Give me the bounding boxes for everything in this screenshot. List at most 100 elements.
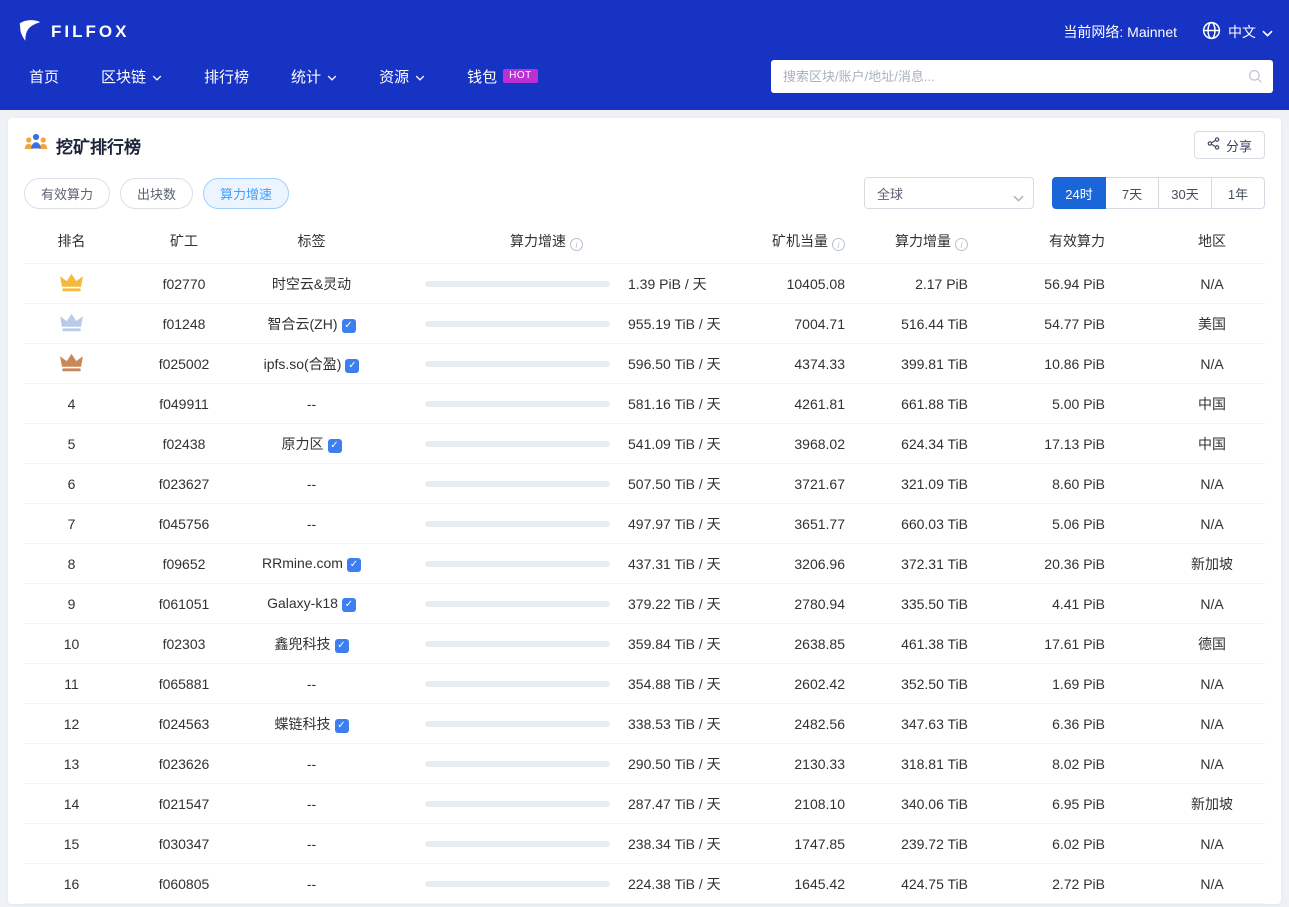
miner-tag-cell[interactable]: -- — [249, 516, 374, 532]
miner-equivalent-value: 1747.85 — [719, 836, 849, 852]
growth-rate-value: 290.50 TiB / 天 — [628, 754, 721, 774]
growth-rate-cell: 1.39 PiB / 天 — [374, 274, 719, 294]
region-value: 新加坡 — [1109, 554, 1265, 574]
miner-tag-cell[interactable]: -- — [249, 836, 374, 852]
region-value: N/A — [1109, 356, 1265, 372]
nav-item[interactable]: 钱包 HOT — [467, 66, 538, 87]
nav-item-label: 资源 — [379, 66, 409, 87]
miner-id[interactable]: f060805 — [119, 876, 249, 892]
table-row: 15 f030347 -- 238.34 TiB / 天 1747.85 239… — [24, 824, 1265, 864]
growth-rate-value: 437.31 TiB / 天 — [628, 554, 721, 574]
filter-chip[interactable]: 有效算力 — [24, 178, 110, 209]
miner-id[interactable]: f024563 — [119, 716, 249, 732]
page-title: 挖矿排行榜 — [24, 132, 141, 158]
chevron-down-icon — [327, 68, 337, 85]
miner-tag-cell[interactable]: -- — [249, 756, 374, 772]
info-icon[interactable] — [955, 238, 968, 251]
miner-id[interactable]: f049911 — [119, 396, 249, 412]
nav-item[interactable]: 资源 — [379, 66, 425, 87]
table-header: 排名 矿工 标签 算力增速 矿机当量 算力增量 有效算力 地区 — [24, 218, 1265, 264]
miner-id[interactable]: f023627 — [119, 476, 249, 492]
filter-group: 有效算力出块数算力增速 — [24, 178, 289, 209]
filter-chip[interactable]: 出块数 — [120, 178, 193, 209]
miner-tag-cell[interactable]: 原力区 — [249, 434, 374, 454]
time-range-button[interactable]: 30天 — [1158, 177, 1212, 209]
miner-equivalent-value: 7004.71 — [719, 316, 849, 332]
rank-crown-icon — [59, 312, 84, 336]
miner-id[interactable]: f02438 — [119, 436, 249, 452]
miner-tag-cell[interactable]: RRmine.com — [249, 555, 374, 572]
info-icon[interactable] — [570, 238, 583, 251]
time-range-button[interactable]: 1年 — [1211, 177, 1265, 209]
miner-tag: -- — [307, 396, 316, 412]
region-select[interactable]: 全球 — [864, 177, 1034, 209]
growth-rate-bar — [425, 721, 610, 727]
rank-cell: 8 — [24, 556, 119, 572]
nav-item[interactable]: 首页 — [29, 66, 59, 87]
region-select-value: 全球 — [877, 184, 903, 203]
region-value: 新加坡 — [1109, 794, 1265, 814]
miner-tag-cell[interactable]: -- — [249, 476, 374, 492]
chevron-down-icon — [1262, 24, 1273, 40]
time-range-button[interactable]: 7天 — [1105, 177, 1159, 209]
filter-chip[interactable]: 算力增速 — [203, 178, 289, 209]
language-switcher[interactable]: 中文 — [1201, 20, 1273, 44]
time-range-button[interactable]: 24时 — [1052, 177, 1106, 209]
miner-tag-cell[interactable]: 蝶链科技 — [249, 714, 374, 734]
miner-id[interactable]: f09652 — [119, 556, 249, 572]
miner-tag-cell[interactable]: 时空云&灵动 — [249, 274, 374, 294]
nav-item[interactable]: 统计 — [291, 66, 337, 87]
miner-id[interactable]: f045756 — [119, 516, 249, 532]
table-row: 6 f023627 -- 507.50 TiB / 天 3721.67 321.… — [24, 464, 1265, 504]
growth-rate-bar — [425, 641, 610, 647]
table-row: 7 f045756 -- 497.97 TiB / 天 3651.77 660.… — [24, 504, 1265, 544]
miner-id[interactable]: f021547 — [119, 796, 249, 812]
miner-tag: 智合云(ZH) — [268, 316, 338, 332]
miner-tag-cell[interactable]: -- — [249, 796, 374, 812]
nav-item-label: 区块链 — [101, 66, 146, 87]
power-increase-value: 461.38 TiB — [849, 636, 972, 652]
miner-id[interactable]: f061051 — [119, 596, 249, 612]
miner-tag: 时空云&灵动 — [272, 276, 351, 292]
search-input[interactable] — [771, 60, 1273, 93]
share-button[interactable]: 分享 — [1194, 131, 1265, 159]
miner-equivalent-value: 1645.42 — [719, 876, 849, 892]
chevron-down-icon — [152, 68, 162, 85]
rank-cell: 7 — [24, 516, 119, 532]
info-icon[interactable] — [832, 238, 845, 251]
search-icon[interactable] — [1247, 68, 1264, 88]
effective-power-value: 6.95 PiB — [972, 796, 1109, 812]
miner-id[interactable]: f02770 — [119, 276, 249, 292]
rank-number: 6 — [68, 476, 76, 492]
miner-tag-cell[interactable]: 鑫兜科技 — [249, 634, 374, 654]
miner-id[interactable]: f030347 — [119, 836, 249, 852]
miner-id[interactable]: f025002 — [119, 356, 249, 372]
miner-equivalent-value: 2602.42 — [719, 676, 849, 692]
language-label: 中文 — [1228, 22, 1256, 42]
nav-item[interactable]: 区块链 — [101, 66, 162, 87]
miner-tag-cell[interactable]: Galaxy-k18 — [249, 595, 374, 612]
miner-tag-cell[interactable]: -- — [249, 676, 374, 692]
rank-cell — [24, 272, 119, 296]
growth-rate-bar — [425, 841, 610, 847]
growth-rate-bar — [425, 521, 610, 527]
rank-cell: 13 — [24, 756, 119, 772]
power-increase-value: 516.44 TiB — [849, 316, 972, 332]
miner-id[interactable]: f065881 — [119, 676, 249, 692]
growth-rate-value: 596.50 TiB / 天 — [628, 354, 721, 374]
miner-id[interactable]: f01248 — [119, 316, 249, 332]
miner-tag-cell[interactable]: ipfs.so(合盈) — [249, 354, 374, 374]
column-header-effective-power: 有效算力 — [972, 231, 1109, 251]
miner-tag-cell[interactable]: -- — [249, 396, 374, 412]
nav-item[interactable]: 排行榜 — [204, 66, 249, 87]
miner-tag-cell[interactable]: -- — [249, 876, 374, 892]
miner-id[interactable]: f023626 — [119, 756, 249, 772]
table-row: f02770 时空云&灵动 1.39 PiB / 天 10405.08 2.17… — [24, 264, 1265, 304]
filfox-logo[interactable]: FILFOX — [16, 17, 129, 48]
power-increase-value: 321.09 TiB — [849, 476, 972, 492]
growth-rate-value: 354.88 TiB / 天 — [628, 674, 721, 694]
miner-id[interactable]: f02303 — [119, 636, 249, 652]
miner-tag-cell[interactable]: 智合云(ZH) — [249, 314, 374, 334]
growth-rate-value: 379.22 TiB / 天 — [628, 594, 721, 614]
verified-badge-icon — [335, 719, 349, 733]
